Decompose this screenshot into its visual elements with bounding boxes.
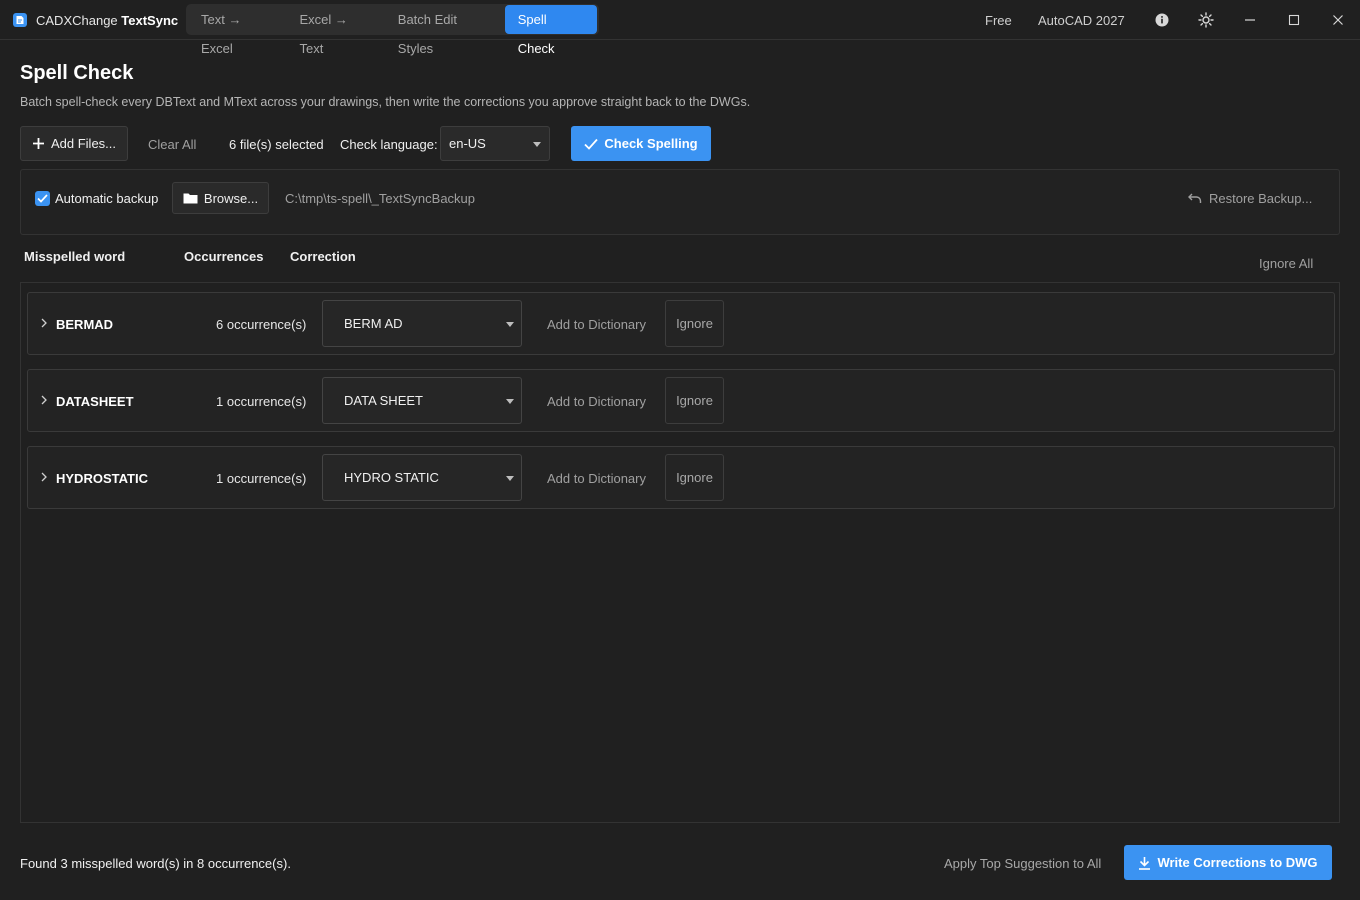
app-logo-icon <box>13 13 27 27</box>
occurrence-count: 6 occurrence(s) <box>216 317 307 332</box>
chevron-down-icon <box>506 398 514 404</box>
browse-label: Browse... <box>203 190 259 206</box>
language-select-value: en-US <box>449 136 486 151</box>
page-title: Spell Check <box>20 62 134 84</box>
files-selected-count: 6 file(s) selected <box>229 137 324 152</box>
occurrence-count: 1 occurrence(s) <box>216 471 307 486</box>
browse-button[interactable]: Browse... <box>172 182 269 214</box>
backup-panel: Automatic backup Browse... C:\tmp\ts-spe… <box>20 169 1340 235</box>
title-bar: CADXChange TextSync Text → Excel Excel →… <box>0 0 1360 56</box>
theme-toggle-icon[interactable] <box>1197 11 1215 29</box>
tab-text-to-excel[interactable]: Text → Excel <box>188 5 287 56</box>
ignore-button[interactable]: Ignore <box>665 300 724 347</box>
chevron-down-icon <box>506 321 514 327</box>
app-name-bold: TextSync <box>121 13 179 28</box>
ignore-all-button[interactable]: Ignore All <box>1259 256 1313 271</box>
restore-backup-label: Restore Backup... <box>1209 191 1313 206</box>
clear-all-button[interactable]: Clear All <box>148 137 196 152</box>
check-spelling-label: Check Spelling <box>604 136 698 151</box>
page-subtitle: Batch spell-check every DBText and MText… <box>20 95 751 109</box>
backup-path: C:\tmp\ts-spell\_TextSyncBackup <box>285 191 476 206</box>
chevron-right-icon[interactable] <box>38 394 50 406</box>
automatic-backup-label[interactable]: Automatic backup <box>55 191 158 206</box>
download-icon <box>1139 856 1151 870</box>
misspelled-word: BERMAD <box>56 317 114 332</box>
misspelled-word: DATASHEET <box>56 394 134 409</box>
add-to-dictionary-button[interactable]: Add to Dictionary <box>547 317 646 332</box>
column-header-occurrences: Occurrences <box>184 249 264 264</box>
automatic-backup-checkbox[interactable] <box>35 191 50 206</box>
correction-select[interactable]: DATA SHEET <box>322 377 522 424</box>
occurrence-count: 1 occurrence(s) <box>216 394 307 409</box>
column-header-misspelled-word: Misspelled word <box>24 249 126 264</box>
cad-version-selector[interactable]: AutoCAD 2027 <box>1038 13 1125 28</box>
add-files-label: Add Files... <box>50 136 117 151</box>
apply-top-suggestion-button[interactable]: Apply Top Suggestion to All <box>944 856 1101 871</box>
language-select[interactable]: en-US <box>440 126 550 161</box>
add-to-dictionary-button[interactable]: Add to Dictionary <box>547 471 646 486</box>
correction-value: BERM AD <box>344 316 403 331</box>
plan-badge[interactable]: Free <box>985 13 1012 28</box>
correction-value: HYDRO STATIC <box>344 470 439 485</box>
list-item: BERMAD 6 occurrence(s) BERM AD Add to Di… <box>27 292 1335 355</box>
chevron-down-icon <box>506 475 514 481</box>
write-corrections-button[interactable]: Write Corrections to DWG <box>1124 845 1332 880</box>
list-item: DATASHEET 1 occurrence(s) DATA SHEET Add… <box>27 369 1335 432</box>
app-name: CADXChange TextSync <box>36 13 178 28</box>
write-corrections-label: Write Corrections to DWG <box>1157 855 1318 870</box>
column-header-correction: Correction <box>290 249 356 264</box>
main-tabs: Text → Excel Excel → Text Batch Edit Sty… <box>186 4 599 56</box>
restore-backup-button[interactable]: Restore Backup... <box>1188 191 1312 206</box>
correction-select[interactable]: BERM AD <box>322 300 522 347</box>
correction-select[interactable]: HYDRO STATIC <box>322 454 522 501</box>
ignore-button[interactable]: Ignore <box>665 454 724 501</box>
correction-value: DATA SHEET <box>344 393 423 408</box>
add-files-button[interactable]: Add Files... <box>20 126 128 161</box>
minimize-icon[interactable] <box>1241 11 1259 29</box>
undo-icon <box>1188 193 1202 203</box>
misspelled-word: HYDROSTATIC <box>56 471 148 486</box>
close-icon[interactable] <box>1329 11 1347 29</box>
checkmark-icon <box>37 194 48 203</box>
chevron-down-icon <box>533 141 541 147</box>
app-name-prefix: CADXChange <box>36 13 118 28</box>
status-summary: Found 3 misspelled word(s) in 8 occurren… <box>20 856 291 871</box>
chevron-right-icon[interactable] <box>38 471 50 483</box>
tab-batch-edit-styles[interactable]: Batch Edit Styles <box>385 5 505 56</box>
check-spelling-button[interactable]: Check Spelling <box>571 126 711 161</box>
maximize-icon[interactable] <box>1285 11 1303 29</box>
add-to-dictionary-button[interactable]: Add to Dictionary <box>547 394 646 409</box>
plus-icon <box>32 138 44 149</box>
misspelled-words-list: BERMAD 6 occurrence(s) BERM AD Add to Di… <box>20 282 1340 823</box>
ignore-button[interactable]: Ignore <box>665 377 724 424</box>
info-icon[interactable] <box>1153 11 1171 29</box>
list-item: HYDROSTATIC 1 occurrence(s) HYDRO STATIC… <box>27 446 1335 509</box>
tab-spell-check[interactable]: Spell Check <box>504 5 597 56</box>
folder-icon <box>183 193 198 204</box>
tab-excel-to-text[interactable]: Excel → Text <box>287 5 385 56</box>
chevron-right-icon[interactable] <box>38 317 50 329</box>
check-language-label: Check language: <box>340 137 438 152</box>
checkmark-icon <box>584 138 599 150</box>
